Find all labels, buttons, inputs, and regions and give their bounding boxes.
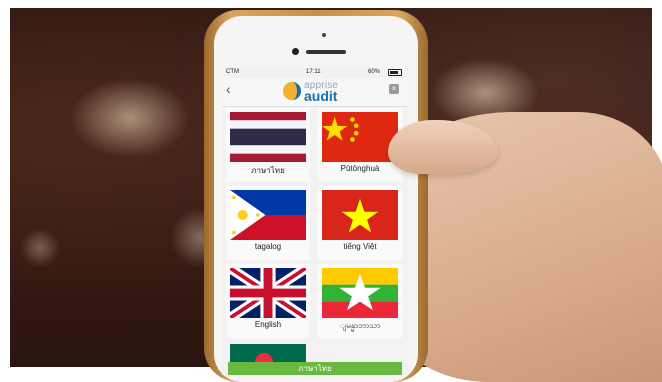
logo-text-bottom: audit (304, 88, 338, 104)
close-icon[interactable]: × (389, 84, 399, 94)
earpiece (306, 50, 346, 54)
vietnam-flag-icon (322, 190, 398, 240)
light-glare (70, 78, 190, 158)
myanmar-flag-icon (322, 268, 398, 318)
china-flag-icon (322, 112, 398, 162)
language-label: tagalog (254, 242, 282, 251)
language-option-english[interactable]: English (226, 264, 310, 338)
carrier-label: CTM (226, 69, 239, 75)
phone-screen: CTM 17:11 60% ‹ apprise audit × ภาษาไทย (222, 68, 408, 375)
status-bar: CTM 17:11 60% (222, 68, 408, 78)
philippines-flag-icon (230, 190, 306, 240)
language-label: Pǔtōnghuà (340, 164, 380, 173)
light-glare (20, 228, 60, 268)
apprise-logo-icon (283, 82, 301, 100)
language-option-thai[interactable]: ภาษาไทย (226, 108, 310, 182)
sensor-dot (322, 33, 326, 37)
language-label: ျမန္မာဘာသာ (339, 321, 381, 330)
uk-flag-icon (230, 268, 306, 318)
bangladesh-flag-icon[interactable] (230, 344, 306, 362)
back-chevron-icon[interactable]: ‹ (226, 82, 231, 96)
battery-percent: 60% (368, 69, 381, 75)
selected-language-button[interactable]: ภาษาไทย (228, 362, 402, 375)
front-camera (292, 48, 299, 55)
thailand-flag-icon (230, 112, 306, 162)
language-label: ภาษาไทย (251, 166, 285, 175)
battery-icon (388, 69, 402, 76)
status-time: 17:11 (306, 69, 321, 75)
language-option-tagalog[interactable]: tagalog (226, 186, 310, 260)
language-option-burmese[interactable]: ျမန္မာဘာသာ (318, 264, 402, 338)
language-label: English (254, 320, 282, 329)
language-option-vietnamese[interactable]: tiếng Việt (318, 186, 402, 260)
language-label: tiếng Việt (343, 242, 377, 251)
app-header: ‹ apprise audit × (222, 78, 408, 107)
